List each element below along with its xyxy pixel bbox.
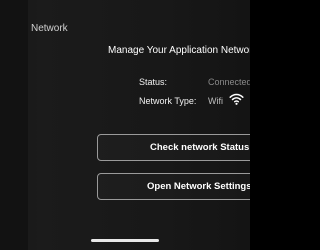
home-indicator[interactable] xyxy=(91,239,159,242)
navigation-rail xyxy=(0,0,28,250)
open-network-settings-button[interactable]: Open Network Settings xyxy=(97,173,250,200)
network-screen: Network Manage Your Application Network … xyxy=(0,0,250,250)
section-title: Network xyxy=(31,23,68,34)
check-network-status-button[interactable]: Check network Status xyxy=(97,134,250,161)
status-value: Connected xyxy=(208,77,250,87)
network-type-value: Wifi xyxy=(208,96,223,106)
wifi-icon xyxy=(229,93,244,105)
network-type-label: Network Type: xyxy=(139,96,197,106)
status-label: Status: xyxy=(139,77,168,87)
panel-title: Manage Your Application Network S xyxy=(108,45,250,56)
